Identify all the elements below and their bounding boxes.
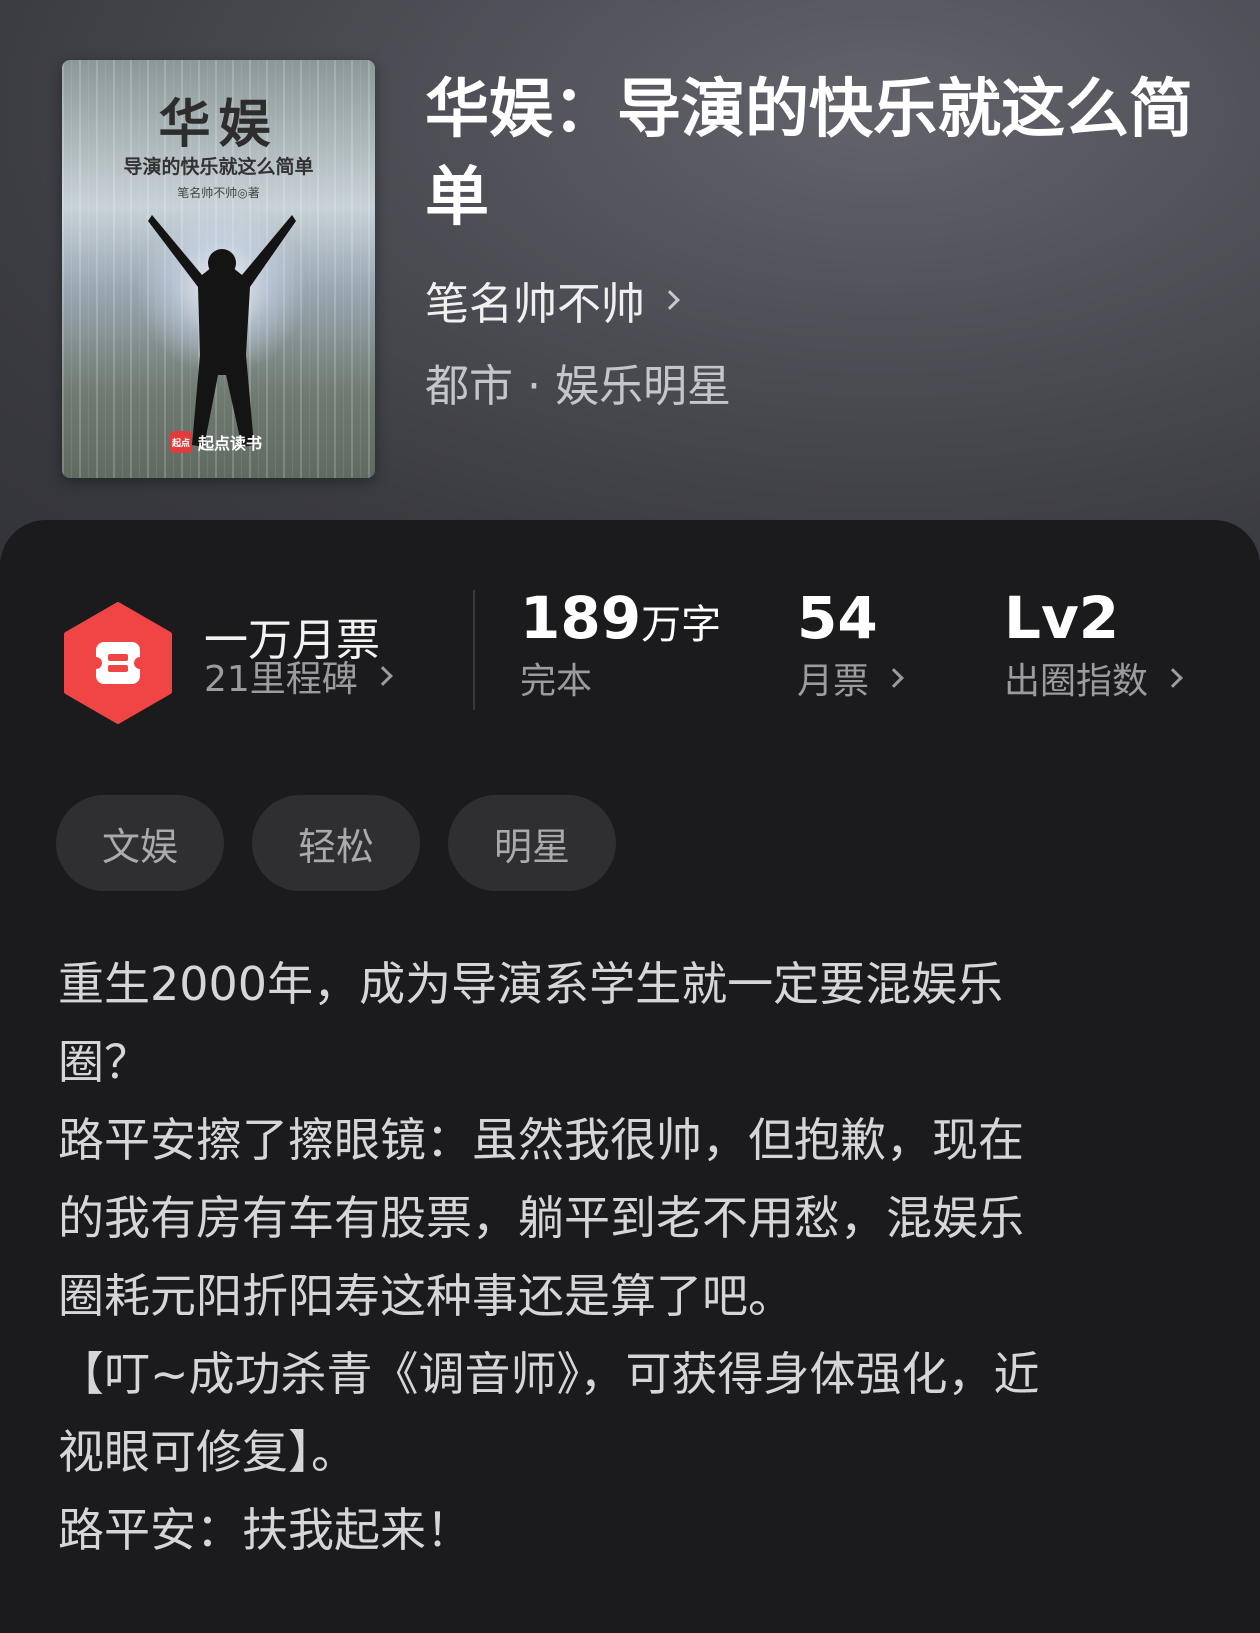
tag-chip[interactable]: 轻松 <box>252 795 420 891</box>
chevron-right-icon <box>884 668 904 688</box>
description-line: 路平安：扶我起来！ <box>58 1503 472 1557</box>
description-line: 的我有房有车有股票，躺平到老不用愁，混娱乐 <box>58 1191 1024 1245</box>
chevron-right-icon <box>372 666 393 686</box>
tag-chip[interactable]: 明星 <box>448 795 616 891</box>
influence-index-link[interactable]: 出圈指数 <box>1004 652 1183 704</box>
description-line: 圈耗元阳折阳寿这种事还是算了吧。 <box>58 1269 794 1323</box>
description-line: 重生2000年，成为导演系学生就一定要混娱乐 <box>58 957 1004 1011</box>
monthly-ticket-label: 月票 <box>797 661 870 702</box>
book-title: 华娱：导演的快乐就这么简单 <box>425 72 1193 235</box>
book-cover[interactable]: 华娱 导演的快乐就这么简单 笔名帅不帅◎著 起点 起点读书 <box>62 60 375 478</box>
monthly-ticket-icon[interactable] <box>62 602 174 724</box>
publisher-name: 起点读书 <box>198 434 263 453</box>
cover-publisher-logo: 起点 起点读书 <box>170 430 262 454</box>
completion-label: 完本 <box>520 661 593 702</box>
description-line: 路平安擦了擦眼镜：虽然我很帅，但抱歉，现在 <box>58 1113 1024 1167</box>
stats-row: 一万月票 21里程碑 189万字 完本 54 月票 Lv2 出圈指数 <box>0 584 1260 730</box>
publisher-badge: 起点 <box>170 431 192 453</box>
monthly-ticket-count: 54 <box>797 584 878 652</box>
book-genre: 都市 · 娱乐明星 <box>425 361 731 412</box>
ticket-milestone-sub: 21里程碑 <box>204 659 358 700</box>
word-count: 189万字 <box>520 584 721 652</box>
stats-divider <box>473 590 475 710</box>
tag-list: 文娱 轻松 明星 <box>56 795 616 891</box>
ticket-milestone-link[interactable]: 21里程碑 <box>204 650 393 702</box>
cover-title: 华娱 <box>158 94 279 155</box>
monthly-ticket-link[interactable]: 月票 <box>797 652 904 704</box>
description-line: 【叮~成功杀青《调音师》，可获得身体强化，近 <box>58 1347 1040 1401</box>
cover-author: 笔名帅不帅◎著 <box>177 186 260 200</box>
description-line: 视眼可修复】。 <box>58 1425 357 1479</box>
author-name: 笔名帅不帅 <box>425 279 645 330</box>
chevron-right-icon <box>1163 668 1183 688</box>
book-description[interactable]: 重生2000年，成为导演系学生就一定要混娱乐 圈？ 路平安擦了擦眼镜：虽然我很帅… <box>58 945 1218 1569</box>
influence-level: Lv2 <box>1004 584 1120 652</box>
chevron-right-icon <box>660 290 680 310</box>
influence-index-label: 出圈指数 <box>1004 661 1149 702</box>
tag-chip[interactable]: 文娱 <box>56 795 224 891</box>
word-count-number: 189 <box>520 584 642 652</box>
cover-subtitle: 导演的快乐就这么简单 <box>123 156 314 178</box>
author-link[interactable]: 笔名帅不帅 <box>425 268 680 332</box>
cover-figure-illustration <box>148 215 296 447</box>
completion-status: 完本 <box>520 652 592 704</box>
word-count-unit: 万字 <box>641 602 722 648</box>
description-line: 圈？ <box>58 1035 150 1089</box>
